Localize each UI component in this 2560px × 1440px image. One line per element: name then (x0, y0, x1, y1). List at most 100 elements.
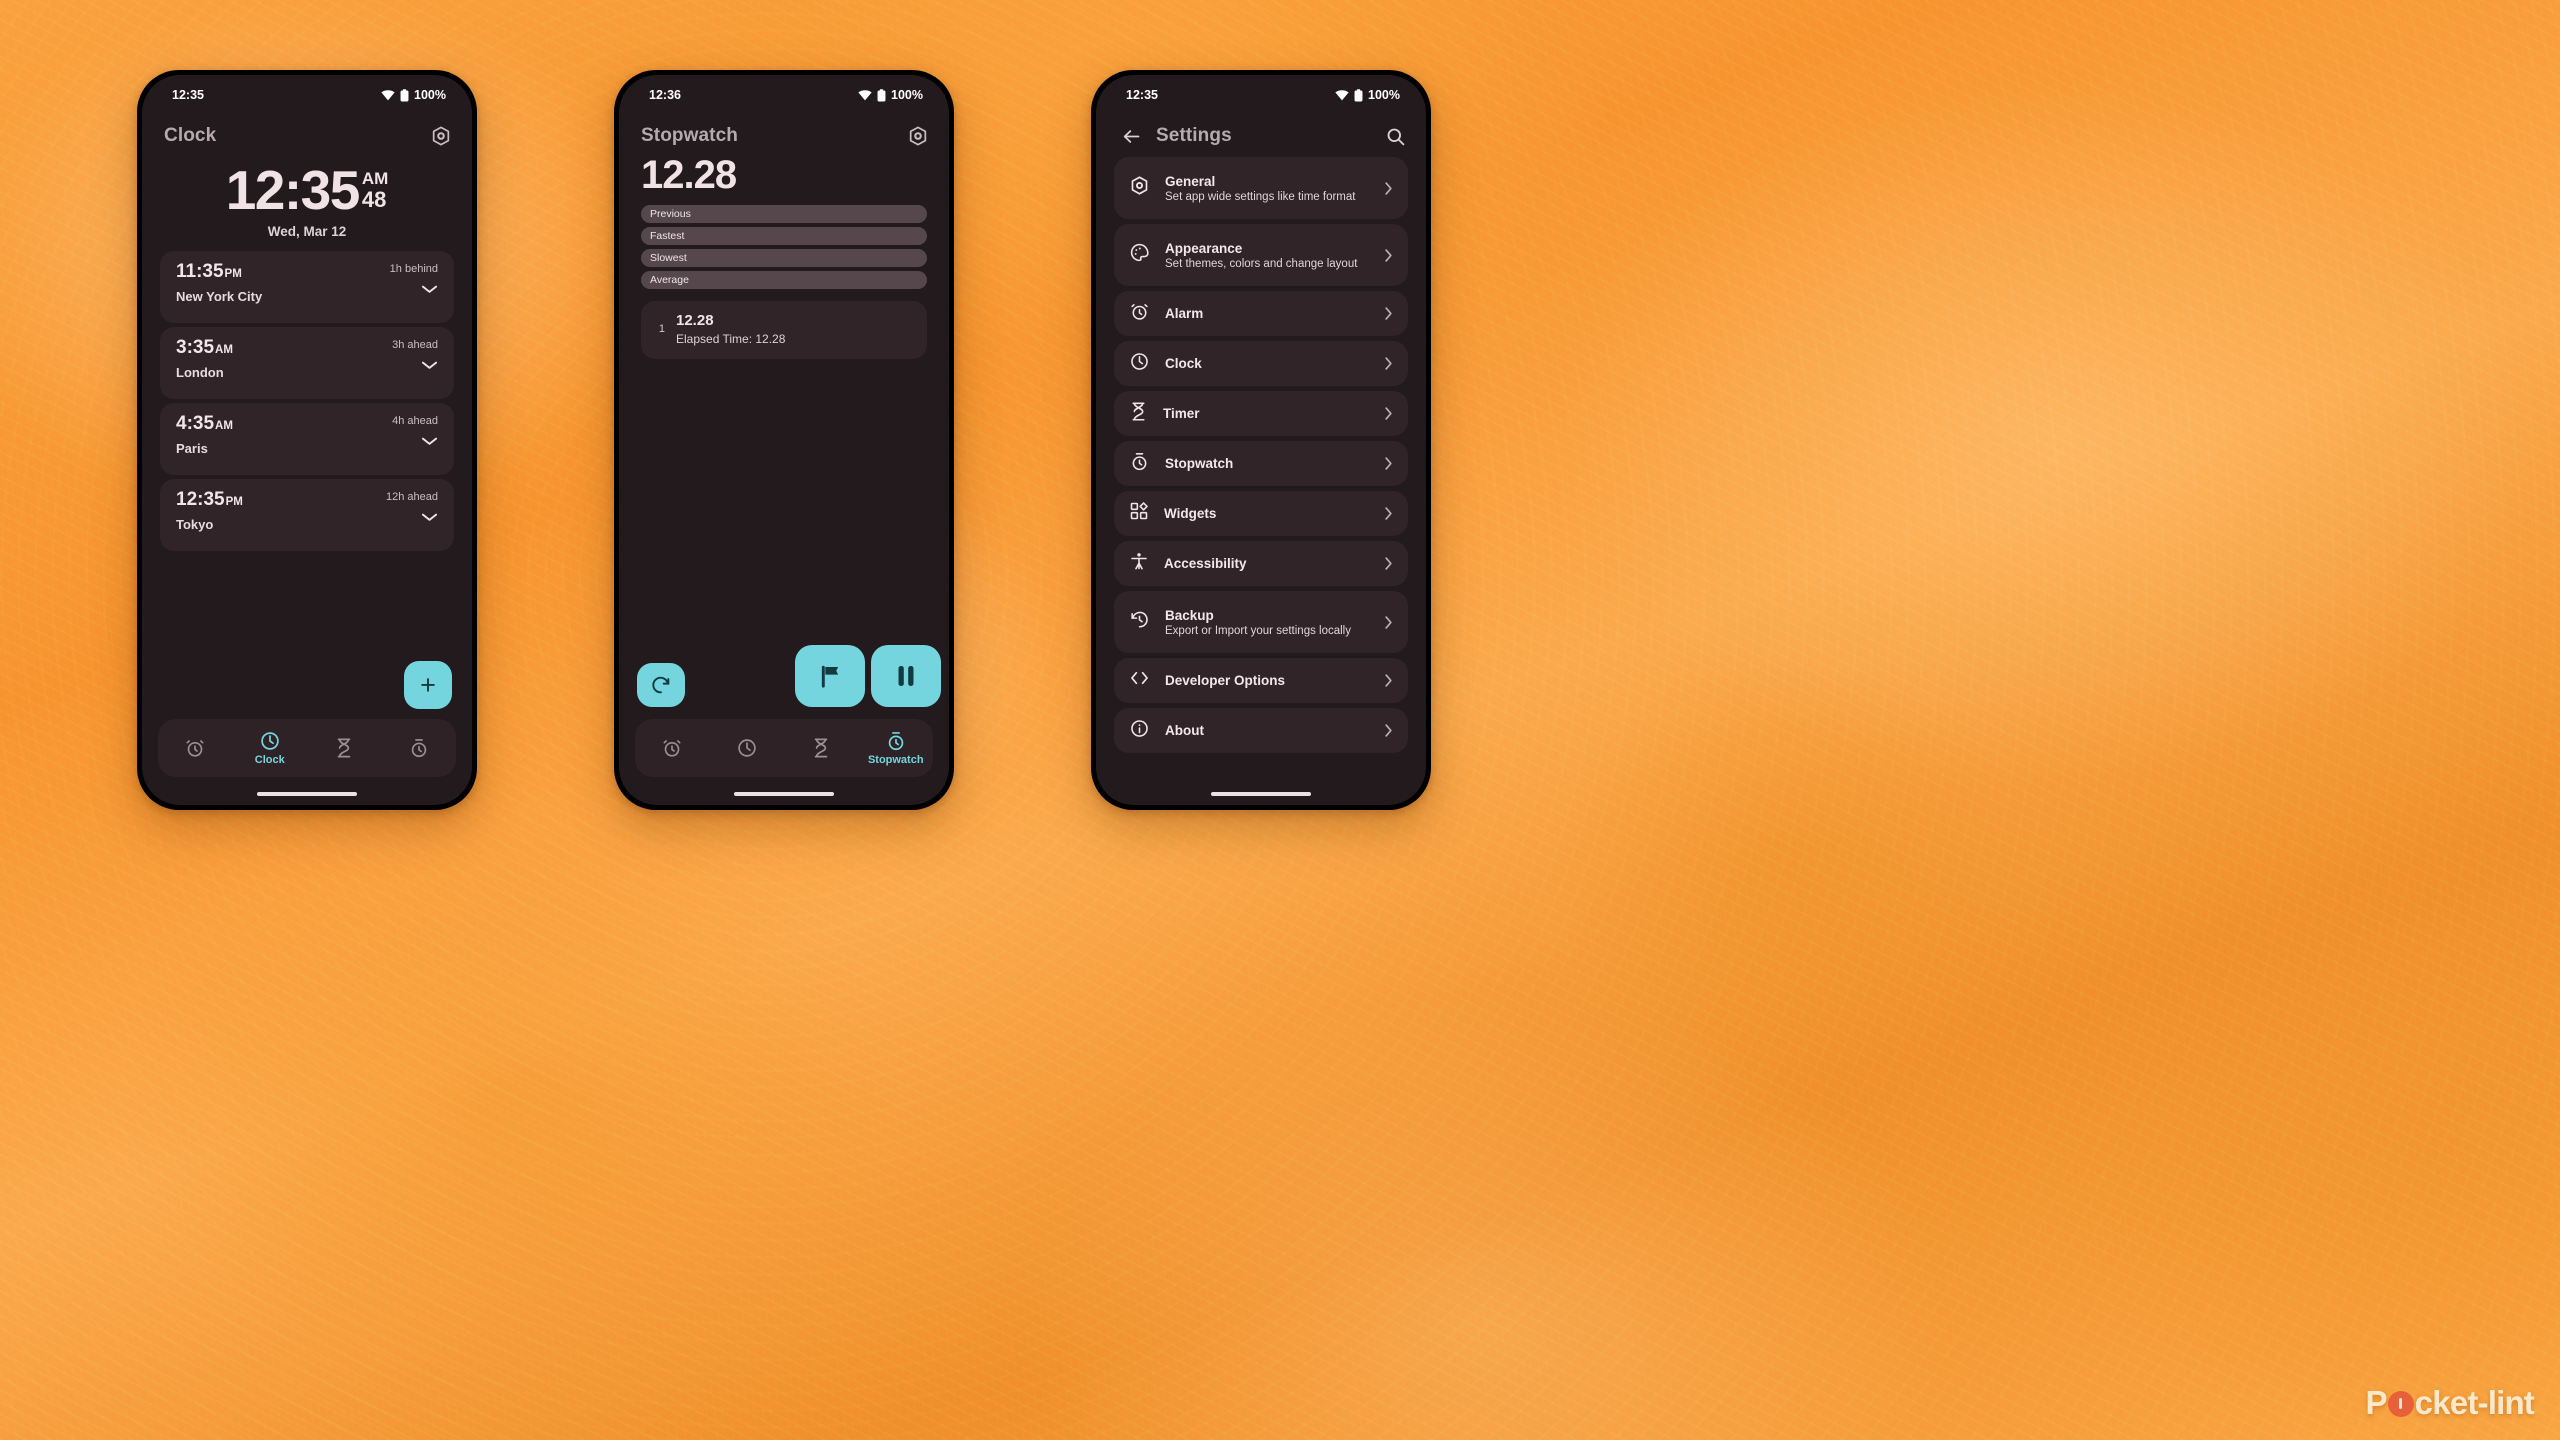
city-time: 11:35 (176, 260, 224, 282)
settings-item-widgets[interactable]: Widgets (1114, 491, 1408, 536)
settings-item-title: Timer (1163, 405, 1200, 421)
status-bar-time: 12:35 (172, 88, 204, 102)
battery-icon (1354, 88, 1363, 101)
settings-item-backup[interactable]: Backup Export or Import your settings lo… (1114, 591, 1408, 653)
hourglass-icon (1129, 401, 1148, 427)
hourglass-icon (814, 738, 828, 758)
battery-percent: 100% (414, 88, 446, 102)
settings-item-title: Widgets (1164, 505, 1217, 521)
power-button-icon (2387, 1391, 2414, 1417)
settings-item-accessibility[interactable]: Accessibility (1114, 541, 1408, 586)
lap-row[interactable]: 1 12.28 Elapsed Time: 12.28 (641, 301, 927, 359)
status-bar: 12:35 100% (142, 75, 472, 115)
bottom-navigation: Clock (158, 719, 456, 777)
lap-time: 12.28 (676, 312, 714, 329)
settings-item-timer[interactable]: Timer (1114, 391, 1408, 436)
settings-item-title: Stopwatch (1165, 455, 1234, 471)
stopwatch-icon (411, 739, 426, 758)
city-meridiem: AM (215, 419, 233, 432)
clock-icon (260, 732, 279, 750)
lap-elapsed-time: Elapsed Time: 12.28 (676, 332, 786, 346)
settings-item-alarm[interactable]: Alarm (1114, 291, 1408, 336)
stat-label: Slowest (650, 252, 687, 264)
city-card[interactable]: 3:35AM London 3h ahead (160, 326, 454, 399)
nav-item-stopwatch[interactable] (382, 719, 457, 777)
empty-area: + (142, 551, 472, 719)
alarm-icon (1129, 301, 1150, 327)
chevron-right-icon (1385, 248, 1392, 262)
wifi-icon (1335, 89, 1349, 100)
widgets-icon (1129, 501, 1149, 526)
watermark-text-part1: P (2365, 1384, 2387, 1421)
pause-button[interactable] (871, 645, 941, 707)
settings-item-title: Backup (1165, 607, 1214, 623)
city-card[interactable]: 11:35PM New York City 1h behind (160, 250, 454, 323)
settings-item-title: Developer Options (1165, 672, 1286, 688)
nav-item-timer[interactable] (307, 719, 382, 777)
settings-item-general[interactable]: General Set app wide settings like time … (1114, 157, 1408, 219)
home-indicator[interactable] (734, 792, 834, 796)
home-indicator[interactable] (1211, 792, 1311, 796)
add-city-button[interactable]: + (404, 661, 452, 709)
settings-item-title: Appearance (1165, 240, 1243, 256)
stat-bar: Fastest (641, 227, 927, 245)
chevron-right-icon (1385, 615, 1392, 629)
chevron-right-icon (1385, 407, 1392, 420)
app-bar: Settings (1096, 115, 1426, 155)
settings-item-title: About (1165, 722, 1204, 738)
lap-button[interactable] (795, 645, 865, 707)
nav-item-clock[interactable]: Clock (233, 719, 308, 777)
settings-item-about[interactable]: About (1114, 708, 1408, 753)
backup-restore-icon (1129, 609, 1150, 635)
clock-icon (1129, 351, 1150, 377)
search-icon[interactable] (1382, 123, 1408, 149)
city-time: 3:35 (176, 336, 215, 358)
city-card[interactable]: 4:35AM Paris 4h ahead (160, 402, 454, 475)
reset-button[interactable] (637, 663, 685, 707)
settings-item-developer-options[interactable]: Developer Options (1114, 658, 1408, 703)
city-card[interactable]: 12:35PM Tokyo 12h ahead (160, 478, 454, 551)
chevron-down-icon[interactable] (421, 436, 438, 446)
nav-item-timer[interactable] (784, 719, 859, 777)
nav-item-alarm[interactable] (158, 719, 233, 777)
stopwatch-elapsed-time: 12.28 (641, 153, 737, 197)
chevron-down-icon[interactable] (421, 512, 438, 522)
home-indicator[interactable] (257, 792, 357, 796)
accessibility-icon (1129, 551, 1149, 577)
nav-item-clock[interactable] (710, 719, 785, 777)
settings-gear-icon[interactable] (905, 123, 931, 149)
arrow-left-icon[interactable] (1118, 123, 1144, 149)
city-time: 4:35 (176, 412, 215, 434)
page-title: Stopwatch (641, 125, 738, 146)
chevron-down-icon[interactable] (421, 284, 438, 294)
flag-icon (821, 665, 838, 688)
settings-item-appearance[interactable]: Appearance Set themes, colors and change… (1114, 224, 1408, 286)
nav-item-stopwatch[interactable]: Stopwatch (859, 719, 934, 777)
chevron-right-icon (1385, 307, 1392, 320)
bottom-navigation: Stopwatch (635, 719, 933, 777)
city-name: Paris (176, 441, 208, 457)
battery-percent: 100% (891, 88, 923, 102)
status-bar: 12:35 100% (1096, 75, 1426, 115)
city-name: New York City (176, 289, 263, 305)
hero-date: Wed, Mar 12 (267, 223, 347, 239)
settings-item-subtitle: Set themes, colors and change layout (1165, 257, 1358, 270)
city-meridiem: PM (224, 267, 242, 280)
home-indicator-area (1096, 783, 1426, 805)
pocketlint-watermark: P cket-lint (2365, 1384, 2534, 1422)
settings-item-subtitle: Set app wide settings like time format (1165, 190, 1356, 203)
status-bar-time: 12:36 (649, 88, 681, 102)
code-brackets-icon (1129, 669, 1150, 692)
settings-item-title: General (1165, 173, 1216, 189)
settings-gear-icon[interactable] (428, 123, 454, 149)
chevron-down-icon[interactable] (421, 360, 438, 370)
settings-item-clock[interactable]: Clock (1114, 341, 1408, 386)
palette-icon (1129, 242, 1150, 268)
chevron-right-icon (1385, 457, 1392, 470)
home-indicator-area (142, 783, 472, 805)
settings-item-stopwatch[interactable]: Stopwatch (1114, 441, 1408, 486)
lap-index: 1 (658, 323, 665, 335)
nav-item-alarm[interactable] (635, 719, 710, 777)
settings-item-title: Clock (1165, 355, 1202, 371)
page-title: Settings (1156, 125, 1232, 146)
